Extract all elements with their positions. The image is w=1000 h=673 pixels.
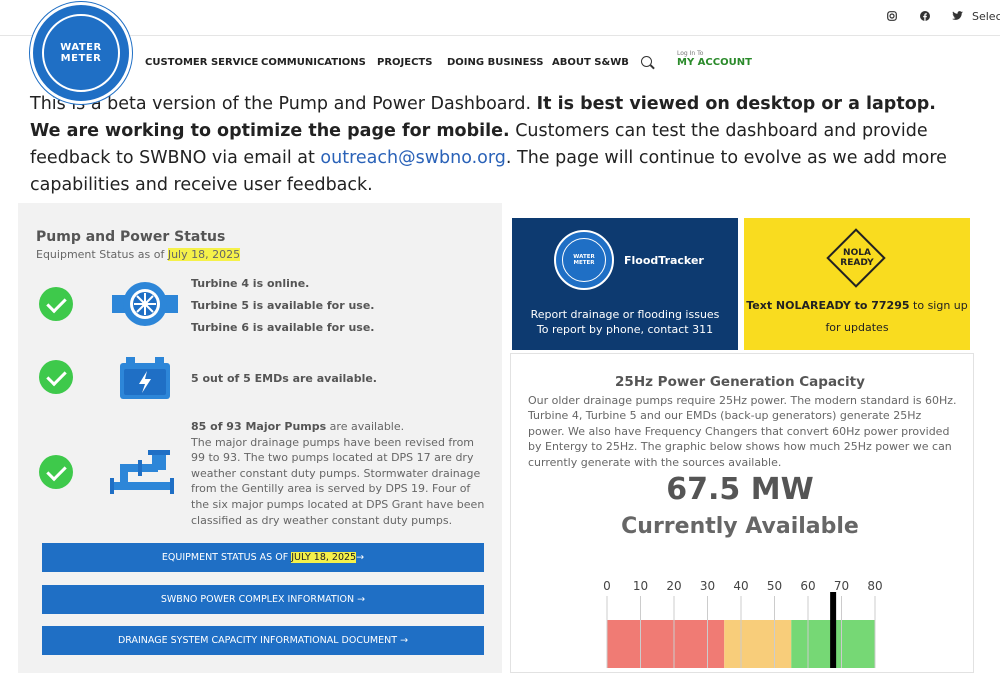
my-account-link[interactable]: MY ACCOUNT xyxy=(677,57,752,68)
nav-doing-business[interactable]: DOING BUSINESS xyxy=(447,57,543,68)
arrow-right-icon: → xyxy=(356,552,365,563)
pumps-status: 85 of 93 Major Pumps are available. The m… xyxy=(191,419,487,528)
logo-text: WATER METER xyxy=(60,42,102,64)
pumps-description: The major drainage pumps have been revis… xyxy=(191,435,485,527)
gauge-tick-label-80: 80 xyxy=(867,579,882,593)
gauge-tick-label-10: 10 xyxy=(633,579,648,593)
feedback-email-link[interactable]: outreach@swbno.org xyxy=(320,148,505,168)
capacity-title: 25Hz Power Generation Capacity xyxy=(615,374,865,390)
emd-status: 5 out of 5 EMDs are available. xyxy=(191,372,377,385)
facebook-icon[interactable] xyxy=(920,11,930,24)
battery-icon xyxy=(118,354,172,406)
nolaready-cta-bold: Text NOLAREADY to 77295 xyxy=(746,299,910,312)
floodtracker-description: Report drainage or flooding issues To rep… xyxy=(512,307,738,337)
gauge-band-0 xyxy=(607,620,725,668)
arrow-right-icon: → xyxy=(400,635,409,646)
drainage-document-label: DRAINAGE SYSTEM CAPACITY INFORMATIONAL D… xyxy=(117,635,398,646)
gauge-band-1 xyxy=(724,620,792,668)
turbine-5-status: Turbine 5 is available for use. xyxy=(191,299,375,312)
floodtracker-logo: WATER METER xyxy=(554,230,614,290)
pumps-available-text: are available. xyxy=(326,420,405,433)
pumps-check-icon xyxy=(39,455,73,489)
turbine-6-status: Turbine 6 is available for use. xyxy=(191,321,375,334)
top-bar: Selec xyxy=(0,0,1000,36)
search-icon[interactable] xyxy=(641,56,652,67)
floodtracker-logo-text: WATER METER xyxy=(562,238,606,282)
status-date: July 18, 2025 xyxy=(167,248,241,261)
status-title: Pump and Power Status xyxy=(36,229,226,245)
nolaready-logo-line1: NOLA xyxy=(843,248,871,258)
floodtracker-line1: Report drainage or flooding issues xyxy=(530,308,720,321)
capacity-description: Our older drainage pumps require 25Hz po… xyxy=(528,394,957,469)
swbno-logo[interactable]: WATER METER xyxy=(30,2,132,104)
beta-notice: This is a beta version of the Pump and P… xyxy=(30,91,970,199)
emd-check-icon xyxy=(39,360,73,394)
instagram-icon[interactable] xyxy=(887,11,897,24)
turbine-4-status: Turbine 4 is online. xyxy=(191,277,310,290)
gauge-tick-label-0: 0 xyxy=(603,579,611,593)
gauge-tick-label-30: 30 xyxy=(700,579,715,593)
gauge-tick-label-50: 50 xyxy=(767,579,782,593)
pump-pipe-icon xyxy=(108,446,180,502)
power-complex-button[interactable]: SWBNO POWER COMPLEX INFORMATION → xyxy=(42,585,484,614)
capacity-value: 67.5 MW xyxy=(666,472,814,507)
nav-projects[interactable]: PROJECTS xyxy=(377,57,432,68)
gauge-tick-label-60: 60 xyxy=(800,579,815,593)
arrow-right-icon: → xyxy=(357,594,366,605)
floodtracker-title: FloodTracker xyxy=(624,254,704,267)
turbine-icon xyxy=(110,279,180,333)
turbine-check-icon xyxy=(39,287,73,321)
language-select[interactable]: Selec xyxy=(972,10,1000,23)
status-subtitle: Equipment Status as of July 18, 2025 xyxy=(36,248,241,261)
nav-communications[interactable]: COMMUNICATIONS xyxy=(261,57,366,68)
gauge-tick-label-40: 40 xyxy=(733,579,748,593)
nav-about[interactable]: ABOUT S&WB xyxy=(552,57,629,68)
equipment-status-date: JULY 18, 2025 xyxy=(291,552,357,563)
gauge-tick-label-70: 70 xyxy=(834,579,849,593)
pumps-count: 85 of 93 Major Pumps xyxy=(191,420,327,433)
equipment-status-button[interactable]: EQUIPMENT STATUS AS OF JULY 18, 2025→ xyxy=(42,543,484,572)
nolaready-logo-text: NOLA READY xyxy=(744,248,970,268)
floodtracker-card[interactable]: WATER METER FloodTracker Report drainage… xyxy=(512,218,738,350)
power-complex-label: SWBNO POWER COMPLEX INFORMATION xyxy=(160,594,355,605)
capacity-gauge: 0 10 20 30 40 50 60 70 80 xyxy=(603,579,883,668)
logo-seal: WATER METER xyxy=(42,14,120,92)
twitter-icon[interactable] xyxy=(952,11,963,24)
nolaready-cta[interactable]: Text NOLAREADY to 77295 to sign up for u… xyxy=(744,295,970,339)
floodtracker-line2: To report by phone, contact 311 xyxy=(536,323,714,336)
drainage-document-button[interactable]: DRAINAGE SYSTEM CAPACITY INFORMATIONAL D… xyxy=(42,626,484,655)
nolaready-logo-line2: READY xyxy=(840,258,874,268)
main-nav: CUSTOMER SERVICE COMMUNICATIONS PROJECTS… xyxy=(0,36,1000,90)
login-caption: Log In To xyxy=(677,50,704,57)
nav-customer-service[interactable]: CUSTOMER SERVICE xyxy=(145,57,258,68)
capacity-label: Currently Available xyxy=(621,514,859,539)
status-subtitle-prefix: Equipment Status as of xyxy=(36,248,168,261)
gauge-tick-label-20: 20 xyxy=(666,579,681,593)
gauge-current-marker xyxy=(830,592,837,668)
equipment-status-label: EQUIPMENT STATUS AS OF xyxy=(161,552,292,563)
